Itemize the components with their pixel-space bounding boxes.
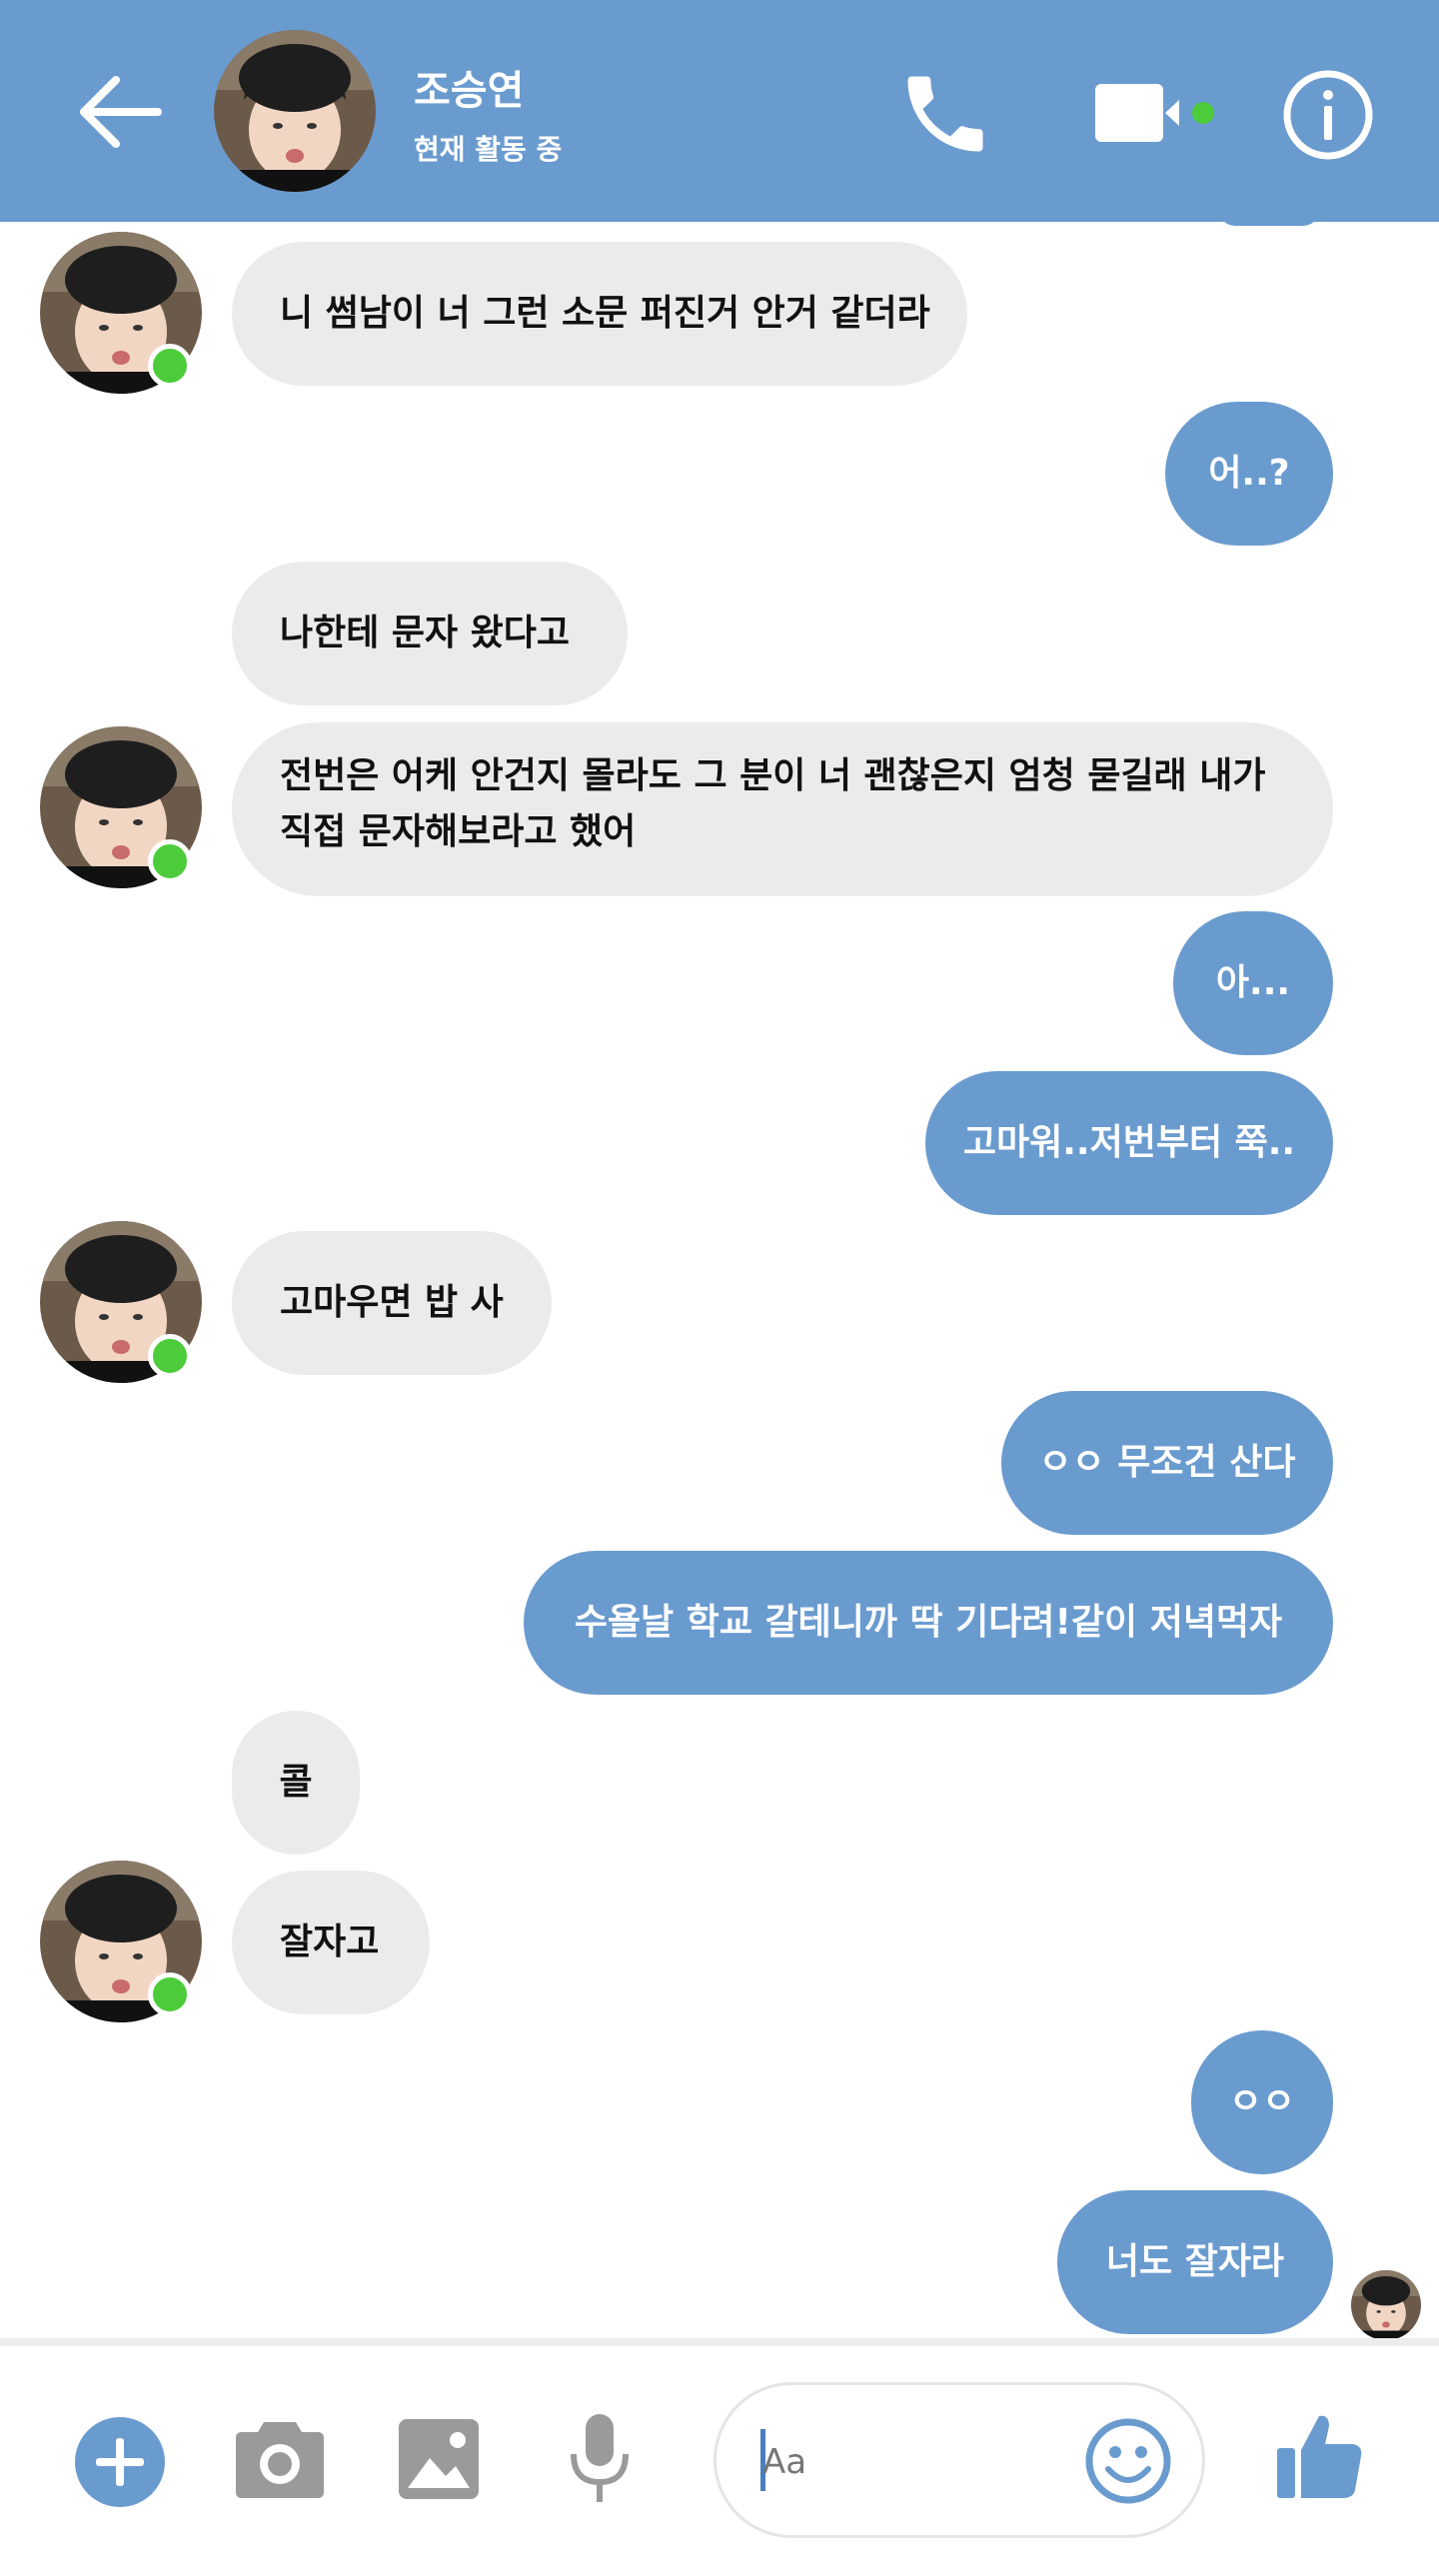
conversation-header: 조승연 현재 활동 중 <box>0 0 1439 222</box>
incoming-message[interactable]: 니 썸남이 너 그런 소문 퍼진거 안거 같더라 <box>232 242 967 386</box>
activity-status: 현재 활동 중 <box>414 133 563 166</box>
message-line: 전번은 어케 안건지 몰라도 그 분이 너 괜찮은지 엄청 묻길래 내가 <box>280 755 1266 796</box>
active-status-dot <box>1192 102 1214 124</box>
online-indicator <box>148 344 192 388</box>
seen-receipt-avatar <box>1351 2270 1421 2340</box>
composer-divider <box>0 2338 1439 2346</box>
outgoing-message[interactable]: 너도 잘자라 <box>1057 2190 1333 2334</box>
outgoing-message[interactable]: 아... <box>1173 911 1333 1055</box>
contact-name[interactable]: 조승연 <box>414 58 524 116</box>
camera-icon[interactable] <box>234 2416 326 2504</box>
incoming-message[interactable]: 콜 <box>232 1711 360 1855</box>
message-input-container[interactable] <box>714 2382 1205 2538</box>
incoming-message[interactable]: 잘자고 <box>232 1871 430 2014</box>
previous-message-fragment <box>1219 210 1319 226</box>
incoming-message[interactable]: 전번은 어케 안건지 몰라도 그 분이 너 괜찮은지 엄청 묻길래 내가 직접 … <box>232 722 1333 896</box>
outgoing-message[interactable]: 수욜날 학교 갈테니까 딱 기다려!같이 저녁먹자 <box>524 1551 1333 1695</box>
message-input[interactable] <box>760 2433 1064 2491</box>
contact-avatar[interactable] <box>214 30 376 192</box>
microphone-icon[interactable] <box>568 2412 632 2508</box>
info-icon[interactable] <box>1281 68 1375 162</box>
online-indicator <box>148 1972 192 2016</box>
message-line: 직접 문자해보라고 했어 <box>280 811 637 852</box>
thumbs-up-icon[interactable] <box>1275 2410 1363 2504</box>
video-camera-icon[interactable] <box>1093 78 1203 148</box>
incoming-message[interactable]: 나한테 문자 왔다고 <box>232 562 628 705</box>
phone-icon[interactable] <box>895 64 995 164</box>
image-icon[interactable] <box>398 2418 480 2504</box>
back-arrow-icon[interactable] <box>70 62 170 162</box>
online-indicator <box>148 1334 192 1378</box>
plus-icon[interactable] <box>74 2416 166 2512</box>
incoming-message[interactable]: 고마우면 밥 사 <box>232 1231 552 1375</box>
outgoing-message[interactable]: 고마워..저번부터 쭉.. <box>925 1071 1333 1215</box>
outgoing-message[interactable]: ㅇㅇ <box>1191 2030 1333 2174</box>
outgoing-message[interactable]: ㅇㅇ 무조건 산다 <box>1001 1391 1333 1535</box>
emoji-icon[interactable] <box>1084 2417 1172 2509</box>
online-indicator <box>148 839 192 883</box>
outgoing-message[interactable]: 어..? <box>1165 402 1333 546</box>
